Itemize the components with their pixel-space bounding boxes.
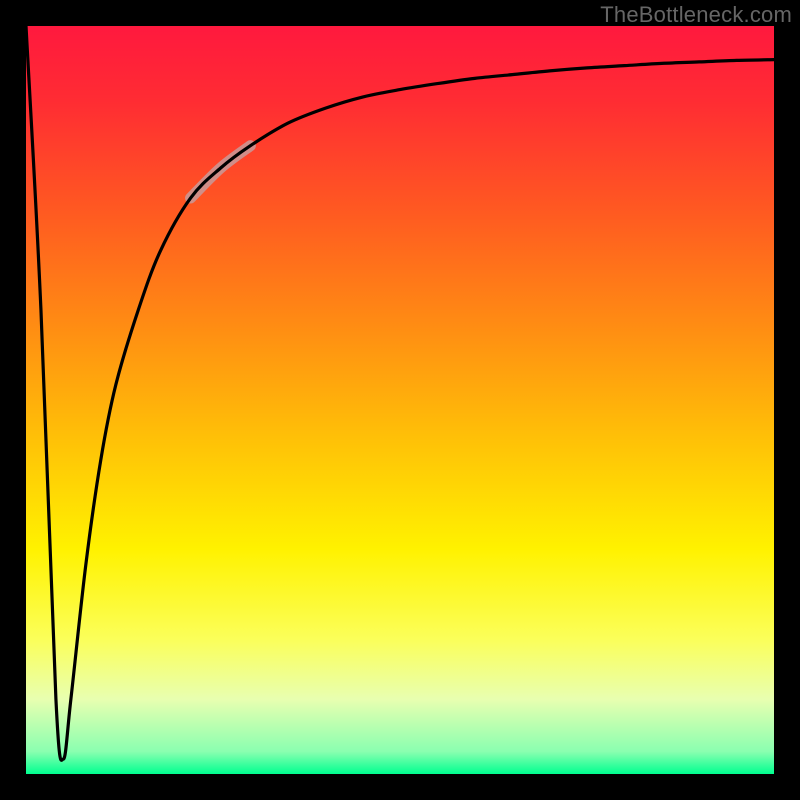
plot-area [26,26,774,774]
watermark-label: TheBottleneck.com [600,2,792,28]
chart-svg [26,26,774,774]
chart-frame: TheBottleneck.com [0,0,800,800]
chart-background [26,26,774,774]
